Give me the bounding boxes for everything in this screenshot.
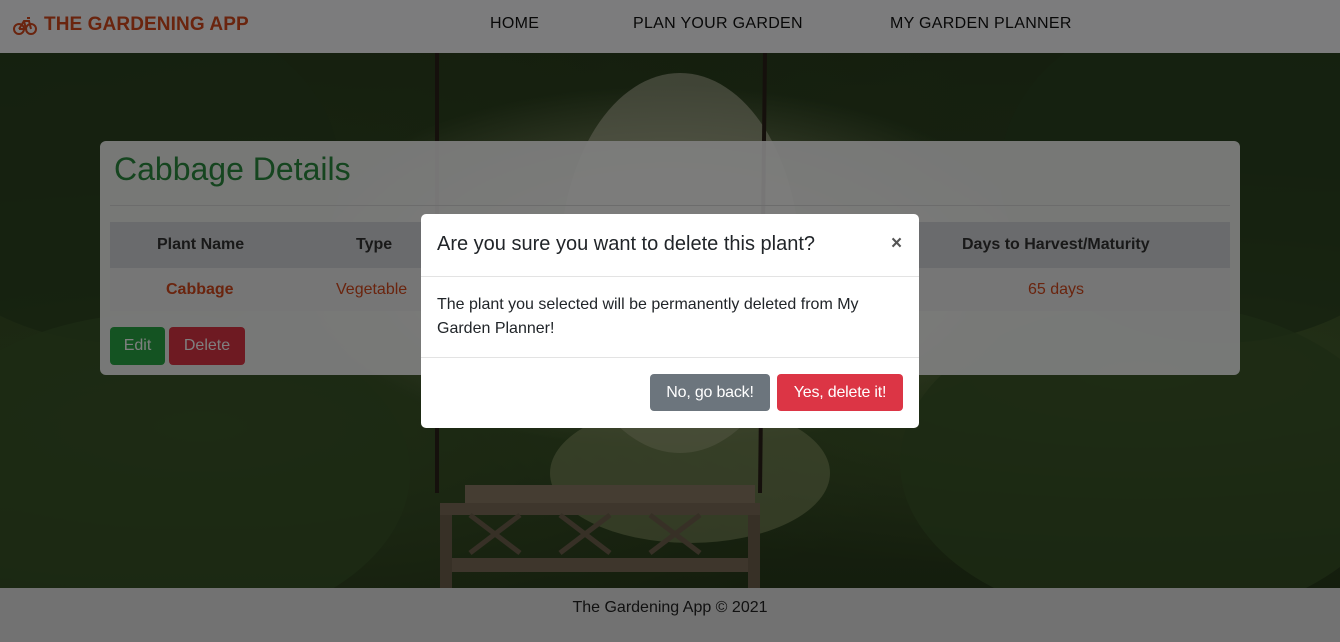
- modal-footer-divider: [421, 357, 919, 358]
- close-icon[interactable]: ×: [891, 233, 902, 255]
- delete-confirmation-modal: Are you sure you want to delete this pla…: [421, 214, 919, 428]
- modal-body-text: The plant you selected will be permanent…: [437, 296, 859, 337]
- confirm-delete-button[interactable]: Yes, delete it!: [777, 374, 903, 411]
- modal-title: Are you sure you want to delete this pla…: [437, 233, 816, 255]
- modal-header-divider: [421, 276, 919, 277]
- cancel-button[interactable]: No, go back!: [650, 374, 770, 411]
